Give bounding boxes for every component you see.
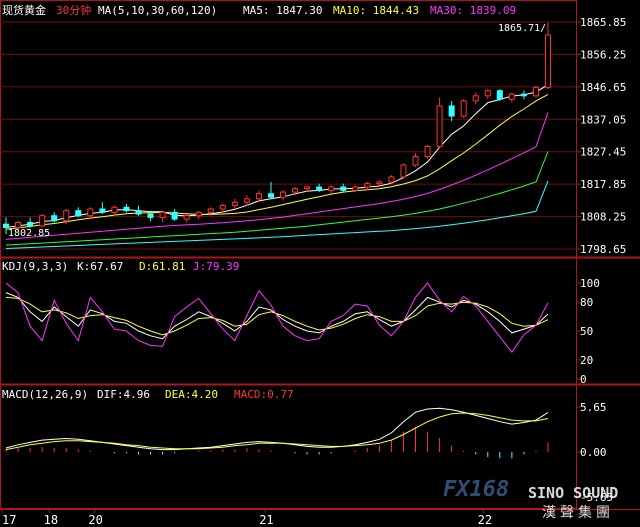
- candle-body: [508, 93, 515, 100]
- price-tick-label: 1798.65: [580, 243, 626, 256]
- candle-body: [520, 93, 527, 97]
- x-tick-label: 17: [2, 513, 16, 527]
- instrument-title: 现货黄金: [2, 3, 46, 17]
- candle-body: [532, 86, 539, 97]
- candle-body: [111, 206, 118, 213]
- candle-body: [147, 213, 154, 218]
- candle-body: [267, 193, 274, 198]
- candle-body: [63, 210, 70, 222]
- kdj-tick-label: 20: [580, 354, 593, 367]
- candle-body: [376, 181, 383, 185]
- candle-body: [484, 90, 491, 97]
- x-tick-label: 22: [478, 513, 492, 527]
- candle-body: [280, 191, 287, 198]
- candle-body: [195, 211, 202, 217]
- kdj-tick-label: 80: [580, 296, 593, 309]
- candle-body: [400, 164, 407, 178]
- kdj-tick-label: 100: [580, 277, 600, 290]
- candle-body: [87, 208, 94, 217]
- price-tick-label: 1856.25: [580, 48, 626, 61]
- watermark-name: SINO SOUND: [528, 484, 618, 502]
- ma5-value: MA5: 1847.30: [243, 4, 322, 17]
- candle-body: [159, 211, 166, 218]
- candle-body: [472, 95, 479, 102]
- candle-body: [171, 211, 178, 220]
- ma10-value: MA10: 1844.43: [333, 4, 419, 17]
- price-tick-label: 1865.85: [580, 16, 626, 29]
- price-tick-label: 1817.85: [580, 178, 626, 191]
- macd-tick-label: 0.00: [580, 446, 607, 459]
- price-tick-label: 1808.25: [580, 211, 626, 224]
- candle-body: [39, 215, 46, 227]
- candle-body: [243, 198, 250, 203]
- macd-title: MACD(12,26,9): [2, 388, 88, 401]
- candle-body: [304, 186, 311, 190]
- candle-body: [496, 90, 503, 100]
- candle-body: [15, 221, 22, 229]
- x-tick-label: 21: [259, 513, 273, 527]
- candle-body: [448, 105, 455, 117]
- low-price-label: 1802.85: [8, 228, 50, 239]
- candle-body: [183, 215, 190, 220]
- candle-body: [340, 186, 347, 191]
- macd-hist-value: MACD:0.77: [234, 388, 294, 401]
- candle-body: [255, 193, 262, 200]
- candle-body: [328, 186, 335, 191]
- price-tick-label: 1827.45: [580, 146, 626, 159]
- macd-dea-value: DEA:4.20: [165, 388, 218, 401]
- kdj-tick-label: 50: [580, 325, 593, 338]
- candle-body: [436, 105, 443, 147]
- candle-body: [424, 145, 431, 158]
- kdj-title: KDJ(9,3,3): [2, 260, 68, 273]
- price-tick-label: 1837.05: [580, 113, 626, 126]
- candle-body: [231, 201, 238, 207]
- candle-body: [412, 156, 419, 166]
- kdj-tick-label: 0: [580, 373, 587, 386]
- chart-canvas: 现货黄金 30分钟 MA(5,10,30,60,120) MA5: 1847.3…: [0, 0, 640, 527]
- ma30-value: MA30: 1839.09: [430, 4, 516, 17]
- candle-body: [388, 176, 395, 183]
- kdj-k-value: K:67.67: [77, 260, 123, 273]
- timeframe-label: 30分钟: [56, 3, 91, 17]
- high-price-label: 1865.71/: [498, 23, 546, 34]
- macd-tick-label: 5.65: [580, 401, 607, 414]
- watermark-brand: FX168: [443, 477, 509, 502]
- watermark-cn: 漢聲集團: [542, 504, 614, 521]
- candle-body: [135, 210, 142, 215]
- candle-body: [364, 183, 371, 188]
- candle-body: [51, 215, 58, 222]
- candle-body: [545, 34, 551, 88]
- candle-body: [292, 188, 299, 193]
- macd-dif-value: DIF:4.96: [97, 388, 150, 401]
- kdj-d-value: D:61.81: [139, 260, 185, 273]
- candle-body: [219, 205, 226, 210]
- candle-body: [123, 206, 130, 212]
- candle-body: [75, 210, 82, 217]
- kdj-j-value: J:79.39: [193, 260, 239, 273]
- candle-body: [352, 186, 359, 191]
- x-tick-label: 20: [88, 513, 102, 527]
- candle-body: [207, 208, 214, 213]
- x-tick-label: 18: [44, 513, 58, 527]
- ma-params-label: MA(5,10,30,60,120): [98, 4, 217, 17]
- price-tick-label: 1846.65: [580, 81, 626, 94]
- candle-body: [99, 208, 106, 213]
- candle-body: [316, 186, 323, 191]
- candle-body: [27, 221, 34, 227]
- candle-body: [460, 100, 467, 117]
